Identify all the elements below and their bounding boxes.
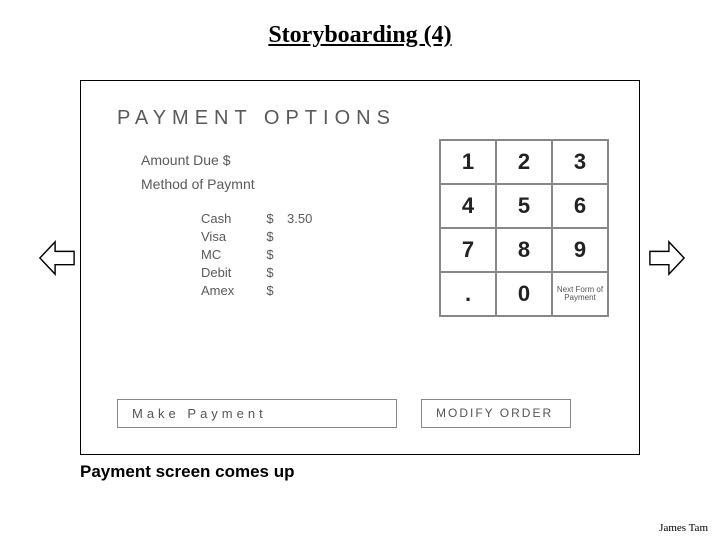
method-row: Visa$ [201,229,327,244]
slide-title: Storyboarding (4) [0,0,720,49]
method-label: Method of Paymnt [141,175,255,193]
modify-order-button[interactable]: MODIFY ORDER [421,399,571,428]
storyboard-frame: PAYMENT OPTIONS Amount Due $ Method of P… [80,80,640,455]
author-credit: James Tam [659,522,708,534]
method-row: Amex$ [201,283,327,298]
prev-arrow-icon[interactable] [38,234,76,282]
method-row: Cash$3.50 [201,211,327,226]
keypad: 1 2 3 4 5 6 7 8 9 . 0 Next Form of Payme… [439,139,609,317]
keypad-key[interactable]: 1 [440,140,496,184]
frame-caption: Payment screen comes up [80,462,294,482]
keypad-key-next[interactable]: Next Form of Payment [552,272,608,316]
keypad-key[interactable]: 2 [496,140,552,184]
amount-due-label: Amount Due $ [141,151,255,169]
method-row: MC$ [201,247,327,262]
method-row: Debit$ [201,265,327,280]
keypad-key[interactable]: 3 [552,140,608,184]
keypad-key[interactable]: 8 [496,228,552,272]
keypad-key[interactable]: 6 [552,184,608,228]
keypad-key[interactable]: . [440,272,496,316]
keypad-key[interactable]: 0 [496,272,552,316]
keypad-key[interactable]: 9 [552,228,608,272]
make-payment-button[interactable]: Make Payment [117,399,397,428]
panel-heading: PAYMENT OPTIONS [117,107,396,130]
keypad-key[interactable]: 5 [496,184,552,228]
keypad-key[interactable]: 7 [440,228,496,272]
keypad-key[interactable]: 4 [440,184,496,228]
next-arrow-icon[interactable] [648,234,686,282]
payment-methods: Cash$3.50 Visa$ MC$ Debit$ Amex$ [201,211,327,301]
